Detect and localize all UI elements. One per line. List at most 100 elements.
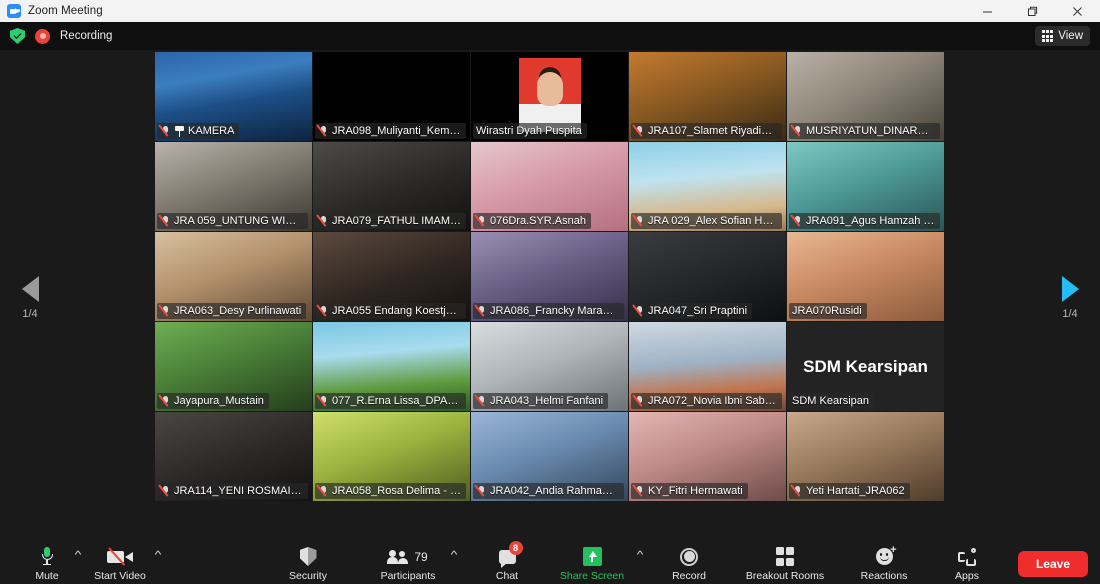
participants-button[interactable]: 79 Participants xyxy=(364,545,452,582)
recording-dot-icon[interactable] xyxy=(35,28,50,44)
participant-tile[interactable]: JRA058_Rosa Delima - DI... xyxy=(313,412,470,501)
participant-tile[interactable]: JRA072_Novia Ibni Sabil_... xyxy=(629,322,786,411)
header-left: Recording xyxy=(0,28,112,44)
mute-icon xyxy=(634,305,645,318)
participant-tile[interactable]: JRA086_Francky Marantika xyxy=(471,232,628,321)
grid-view-icon xyxy=(1041,30,1054,42)
view-button[interactable]: View xyxy=(1034,26,1090,46)
video-options-caret-icon[interactable]: ^ xyxy=(150,550,167,561)
share-screen-button[interactable]: Share Screen xyxy=(546,545,638,582)
minimize-icon[interactable] xyxy=(965,0,1010,22)
participant-name: JRA091_Agus Hamzah W... xyxy=(806,215,935,227)
participant-tile[interactable]: SDM Kearsipan SDM Kearsipan xyxy=(787,322,944,411)
participant-tile[interactable]: KY_Fitri Hermawati xyxy=(629,412,786,501)
start-video-button[interactable]: Start Video xyxy=(84,545,156,582)
participant-tile[interactable]: 077_R.Erna Lissa_DPAD Pr... xyxy=(313,322,470,411)
participant-name: JRA098_Muliyanti_Kemen... xyxy=(332,125,461,137)
participants-button-label: Participants xyxy=(380,570,436,582)
mute-icon xyxy=(634,125,645,138)
next-page-label: 1/4 xyxy=(1062,307,1078,320)
participant-tile[interactable]: JRA107_Slamet Riyadi_LA... xyxy=(629,52,786,141)
restore-icon[interactable] xyxy=(1010,0,1055,22)
right-arrow-icon[interactable] xyxy=(1061,275,1079,302)
chat-button[interactable]: 8 Chat xyxy=(478,541,536,582)
participant-tile[interactable]: MUSRIYATUN_DINARPUS... xyxy=(787,52,944,141)
mute-icon xyxy=(160,305,171,318)
apps-button[interactable]: Apps xyxy=(938,545,996,582)
close-icon[interactable] xyxy=(1055,0,1100,22)
participant-name: Wirastri Dyah Puspita xyxy=(476,125,582,137)
reactions-button[interactable]: + Reactions xyxy=(848,545,920,583)
participant-tile[interactable]: 076Dra.SYR.Asnah xyxy=(471,142,628,231)
mute-icon xyxy=(318,395,329,408)
participant-tile[interactable]: KAMERA xyxy=(155,52,312,141)
people-icon: 79 xyxy=(387,546,428,567)
view-button-label: View xyxy=(1058,30,1083,42)
left-arrow-icon[interactable] xyxy=(21,275,39,302)
participant-name: JRA063_Desy Purlinawati xyxy=(174,305,302,317)
mute-icon xyxy=(792,125,803,138)
participant-tile[interactable]: JRA042_Andia Rahma_Ta... xyxy=(471,412,628,501)
participant-namebar: JRA063_Desy Purlinawati xyxy=(157,303,307,319)
mute-icon xyxy=(160,125,171,138)
participant-tile[interactable]: JRA043_Helmi Fanfani xyxy=(471,322,628,411)
participant-tile[interactable]: JRA079_FATHUL IMAM S... xyxy=(313,142,470,231)
record-button-label: Record xyxy=(672,570,706,582)
participant-namebar: JRA047_Sri Praptini xyxy=(631,303,753,319)
next-page-control[interactable]: 1/4 xyxy=(1040,50,1100,545)
participant-name: MUSRIYATUN_DINARPUS... xyxy=(806,125,935,137)
participant-namebar: JRA058_Rosa Delima - DI... xyxy=(315,483,466,499)
participant-name: JRA058_Rosa Delima - DI... xyxy=(332,485,461,497)
participant-tile[interactable]: Jayapura_Mustain xyxy=(155,322,312,411)
participant-namebar: JRA043_Helmi Fanfani xyxy=(473,393,609,409)
participant-namebar: KAMERA xyxy=(157,123,240,139)
participant-name: JRA070Rusidi xyxy=(792,305,862,317)
participant-tile[interactable]: JRA114_YENI ROSMAINI,S... xyxy=(155,412,312,501)
window-titlebar: Zoom Meeting xyxy=(0,0,1100,22)
security-button[interactable]: Security xyxy=(276,545,340,582)
participant-name: JRA072_Novia Ibni Sabil_... xyxy=(648,395,777,407)
participant-name: 076Dra.SYR.Asnah xyxy=(490,215,586,227)
participant-namebar: 076Dra.SYR.Asnah xyxy=(473,213,591,229)
participant-namebar: MUSRIYATUN_DINARPUS... xyxy=(789,123,940,139)
prev-page-label: 1/4 xyxy=(22,307,38,320)
participant-name: 077_R.Erna Lissa_DPAD Pr... xyxy=(332,395,461,407)
participant-name: KAMERA xyxy=(188,125,235,137)
participant-name: JRA 059_UNTUNG WINAR... xyxy=(174,215,303,227)
leave-button[interactable]: Leave xyxy=(1017,551,1088,577)
participant-tile[interactable]: JRA091_Agus Hamzah W... xyxy=(787,142,944,231)
chat-button-label: Chat xyxy=(495,570,519,582)
participant-namebar: KY_Fitri Hermawati xyxy=(631,483,748,499)
mute-icon xyxy=(318,485,329,498)
participant-namebar: Wirastri Dyah Puspita xyxy=(473,123,587,139)
mute-icon xyxy=(318,125,329,138)
breakout-rooms-button[interactable]: Breakout Rooms xyxy=(734,545,836,582)
record-button[interactable]: Record xyxy=(658,545,720,582)
mute-icon xyxy=(160,395,171,408)
mute-button-label: Mute xyxy=(35,570,59,582)
shield-icon xyxy=(299,546,317,567)
mute-button[interactable]: Mute xyxy=(18,545,76,582)
prev-page-control[interactable]: 1/4 xyxy=(0,50,60,545)
participants-options-caret-icon[interactable]: ^ xyxy=(446,550,463,561)
share-options-caret-icon[interactable]: ^ xyxy=(632,550,649,561)
participant-namebar: JRA055 Endang Koestjah... xyxy=(315,303,466,319)
participant-tile[interactable]: JRA047_Sri Praptini xyxy=(629,232,786,321)
participant-tile[interactable]: JRA098_Muliyanti_Kemen... xyxy=(313,52,470,141)
participant-tile[interactable]: JRA 059_UNTUNG WINAR... xyxy=(155,142,312,231)
audio-options-caret-icon[interactable]: ^ xyxy=(70,550,87,561)
participant-tile[interactable]: JRA055 Endang Koestjah... xyxy=(313,232,470,321)
participant-tile[interactable]: JRA070Rusidi xyxy=(787,232,944,321)
participant-tile[interactable]: Wirastri Dyah Puspita xyxy=(471,52,628,141)
participant-namebar: JRA072_Novia Ibni Sabil_... xyxy=(631,393,782,409)
participant-name: JRA086_Francky Marantika xyxy=(490,305,619,317)
participant-tile[interactable]: JRA063_Desy Purlinawati xyxy=(155,232,312,321)
participant-tile[interactable]: Yeti Hartati_JRA062 xyxy=(787,412,944,501)
participant-tile[interactable]: JRA 029_Alex Sofian Hadi... xyxy=(629,142,786,231)
mute-icon xyxy=(318,305,329,318)
shield-check-icon[interactable] xyxy=(10,28,25,44)
participant-namebar: JRA114_YENI ROSMAINI,S... xyxy=(157,483,308,499)
window-title: Zoom Meeting xyxy=(28,5,103,17)
titlebar-left: Zoom Meeting xyxy=(0,4,103,18)
microphone-icon xyxy=(41,546,53,567)
